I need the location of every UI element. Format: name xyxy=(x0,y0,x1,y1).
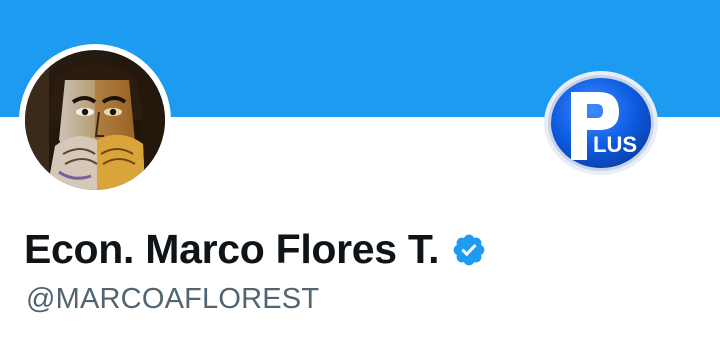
profile-handle: @MARCOAFLOREST xyxy=(26,283,320,315)
verified-badge-icon[interactable] xyxy=(451,232,487,268)
profile-avatar[interactable] xyxy=(19,44,171,196)
plus-logo-badge[interactable]: LUS xyxy=(543,70,659,176)
avatar-painting-icon xyxy=(25,50,165,190)
p-plus-logo-icon: LUS xyxy=(544,71,658,175)
plus-badge-label: LUS xyxy=(593,132,637,157)
profile-display-name: Econ. Marco Flores T. xyxy=(24,225,440,272)
profile-name-row: Econ. Marco Flores T. xyxy=(24,224,487,274)
